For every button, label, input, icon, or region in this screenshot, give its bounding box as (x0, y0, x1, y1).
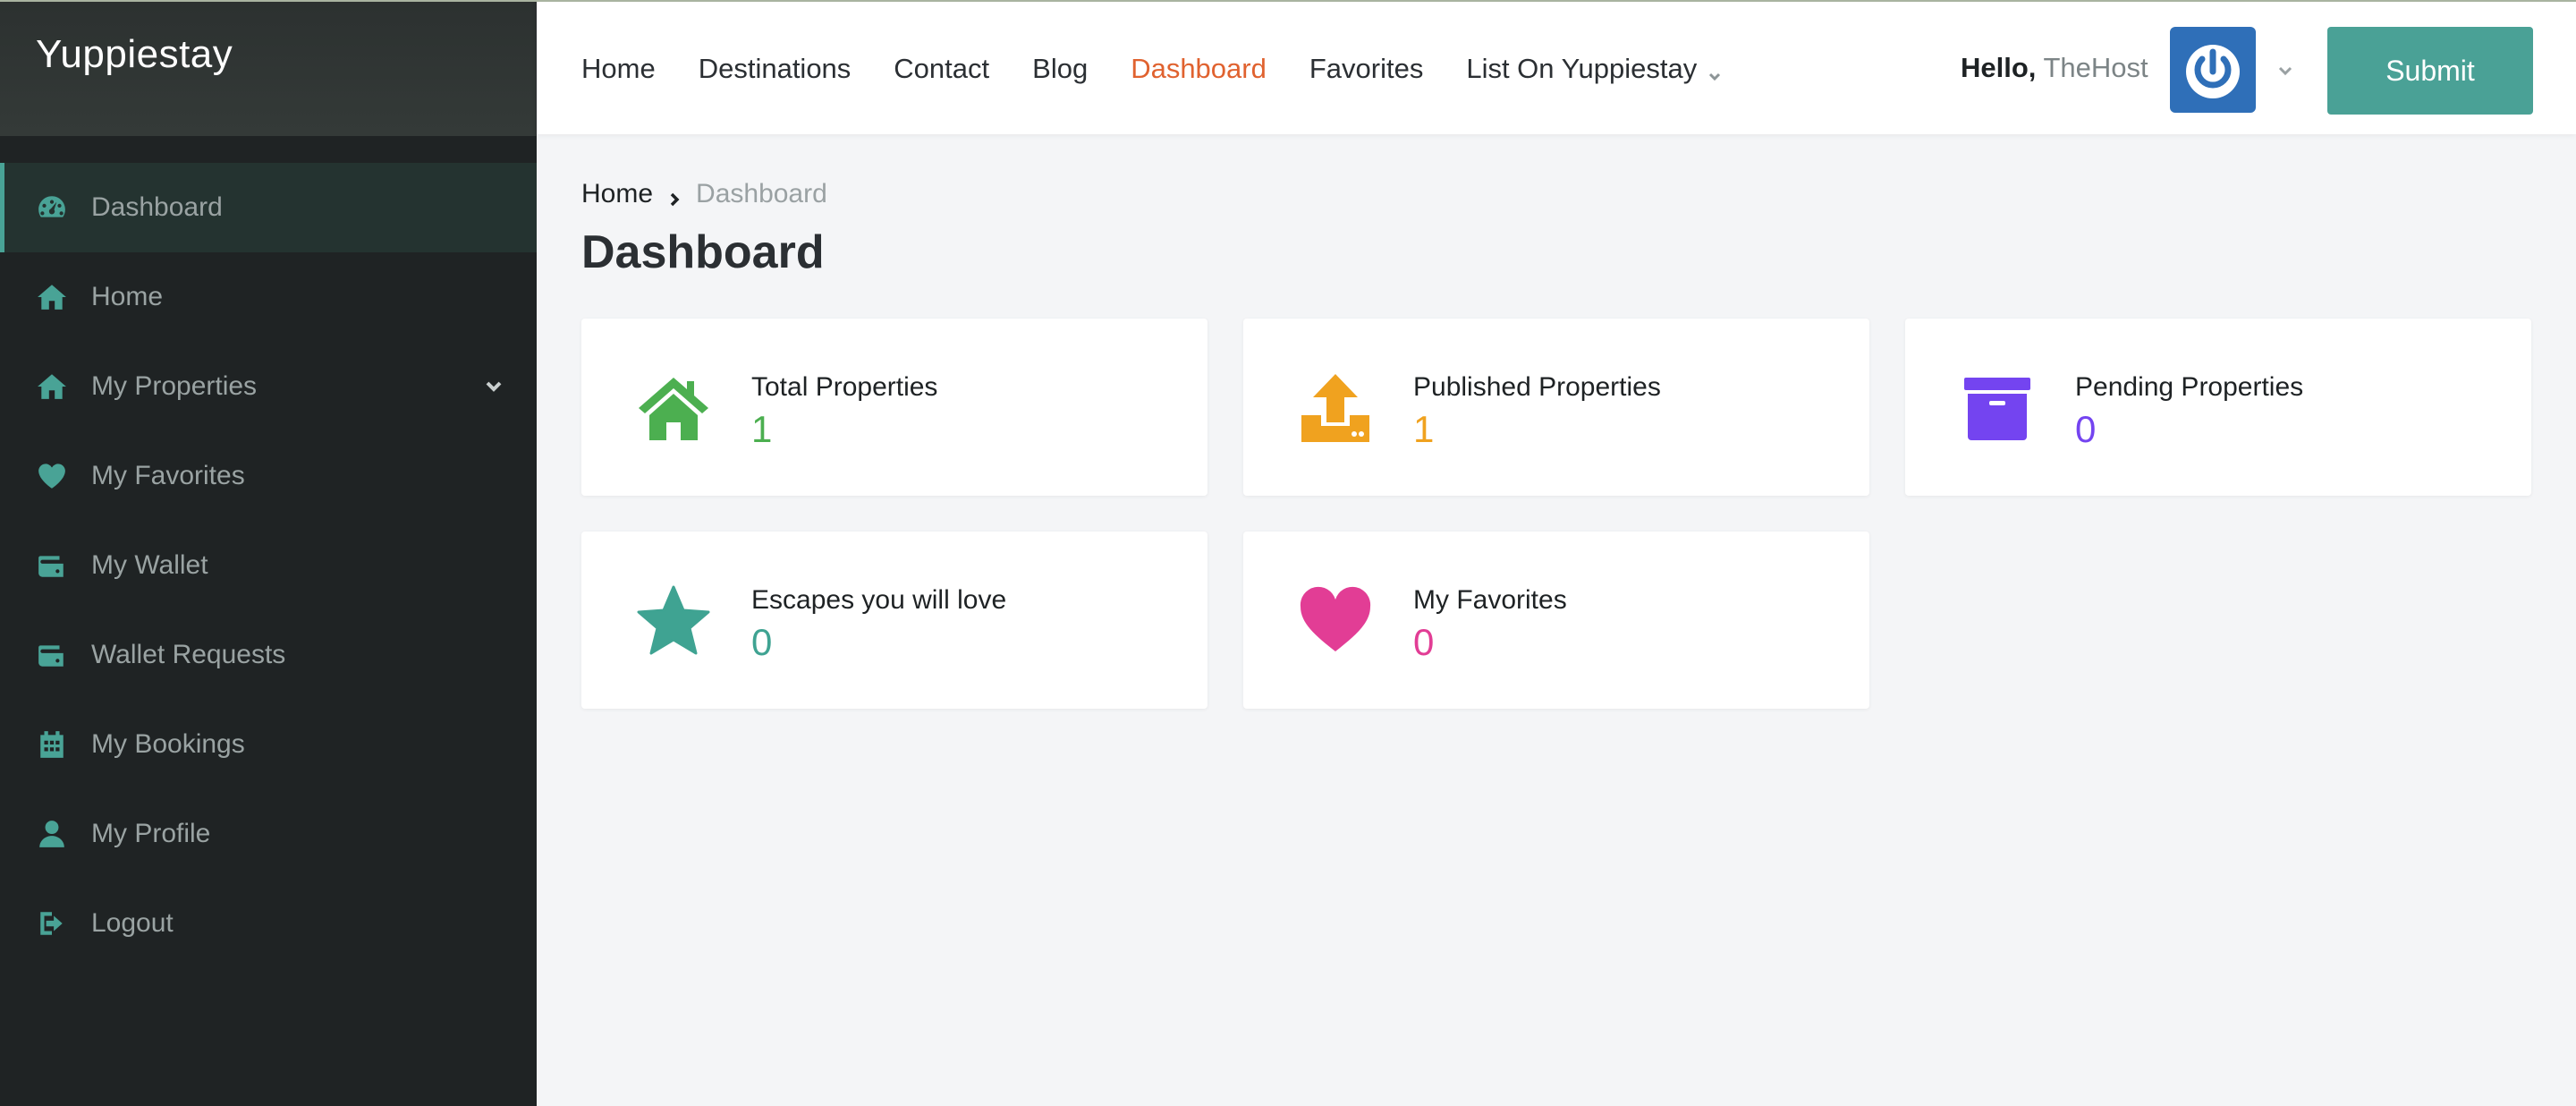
house-icon (633, 369, 714, 446)
top-bar: Home Destinations Contact Blog Dashboard… (537, 0, 2576, 134)
sidebar-item-label: Wallet Requests (91, 640, 286, 669)
home-icon (34, 279, 70, 315)
sidebar-item-label: Logout (91, 908, 174, 938)
page-title: Dashboard (581, 226, 825, 278)
sidebar-item-my-profile[interactable]: My Profile (0, 789, 537, 879)
sidebar-item-my-favorites[interactable]: My Favorites (0, 431, 537, 521)
top-nav: Home Destinations Contact Blog Dashboard… (581, 2, 1767, 136)
archive-icon (1957, 369, 2038, 446)
card-value: 0 (751, 621, 773, 663)
card-label: Escapes you will love (751, 585, 1007, 615)
submit-button[interactable]: Submit (2327, 27, 2533, 115)
stat-card-my-favorites[interactable]: My Favorites 0 (1243, 532, 1869, 709)
dashboard-icon (34, 190, 70, 225)
chevron-down-icon[interactable] (483, 376, 504, 397)
card-label: Pending Properties (2075, 372, 2304, 402)
nav-link-blog[interactable]: Blog (1032, 53, 1088, 85)
brand: Yuppiestay (0, 2, 537, 136)
breadcrumb: Home Dashboard (581, 179, 827, 209)
stat-card-total-properties[interactable]: Total Properties 1 (581, 319, 1208, 496)
sidebar-item-label: Home (91, 282, 164, 311)
upload-icon (1295, 369, 1376, 446)
heart-icon (34, 458, 70, 494)
nav-link-dashboard[interactable]: Dashboard (1131, 53, 1267, 85)
stat-card-pending-properties[interactable]: Pending Properties 0 (1905, 319, 2531, 496)
card-value: 0 (2075, 408, 2097, 450)
nav-link-favorites[interactable]: Favorites (1309, 53, 1423, 85)
chevron-down-icon (1706, 60, 1724, 81)
sidebar-item-label: My Properties (91, 371, 258, 401)
sidebar-item-my-bookings[interactable]: My Bookings (0, 700, 537, 789)
sidebar-item-label: My Wallet (91, 550, 208, 580)
greeting-username: TheHost (2043, 52, 2148, 83)
sidebar-item-label: My Bookings (91, 729, 245, 759)
sidebar-item-label: My Profile (91, 819, 211, 848)
wallet-icon (34, 637, 70, 673)
heart-icon (1295, 582, 1376, 659)
card-value: 0 (1413, 621, 1435, 663)
calendar-icon (34, 727, 70, 762)
user-menu-chevron-icon[interactable] (2275, 61, 2295, 81)
sidebar-item-logout[interactable]: Logout (0, 879, 537, 968)
avatar[interactable] (2170, 27, 2256, 113)
home-icon (34, 369, 70, 404)
sidebar-item-my-properties[interactable]: My Properties (0, 342, 537, 431)
logout-icon (34, 906, 70, 941)
stat-card-published-properties[interactable]: Published Properties 1 (1243, 319, 1869, 496)
card-value: 1 (751, 408, 773, 450)
chevron-right-icon (665, 185, 683, 207)
breadcrumb-home[interactable]: Home (581, 179, 653, 209)
nav-link-label: List On Yuppiestay (1466, 53, 1698, 84)
brand-logo-text[interactable]: Yuppiestay (36, 32, 233, 77)
sidebar-item-my-wallet[interactable]: My Wallet (0, 521, 537, 610)
nav-link-destinations[interactable]: Destinations (699, 53, 852, 85)
sidebar-item-label: My Favorites (91, 461, 245, 490)
sidebar-nav: Dashboard Home My Properties My Favorite… (0, 163, 537, 968)
nav-link-home[interactable]: Home (581, 53, 656, 85)
user-greeting: Hello, TheHost (1961, 52, 2148, 84)
sidebar-item-dashboard[interactable]: Dashboard (0, 163, 537, 252)
sidebar-item-wallet-requests[interactable]: Wallet Requests (0, 610, 537, 700)
sidebar-item-label: Dashboard (91, 192, 223, 222)
stat-card-escapes[interactable]: Escapes you will love 0 (581, 532, 1208, 709)
card-label: My Favorites (1413, 585, 1567, 615)
card-value: 1 (1413, 408, 1435, 450)
user-icon (34, 816, 70, 852)
nav-link-contact[interactable]: Contact (894, 53, 989, 85)
wallet-icon (34, 548, 70, 583)
star-icon (633, 582, 714, 659)
card-label: Total Properties (751, 372, 938, 402)
sidebar: Yuppiestay Dashboard Home My Properties (0, 0, 537, 1106)
breadcrumb-current: Dashboard (696, 179, 827, 208)
greeting-hello: Hello, (1961, 52, 2037, 83)
sidebar-item-home[interactable]: Home (0, 252, 537, 342)
nav-link-list-on-yuppiestay[interactable]: List On Yuppiestay (1466, 53, 1724, 85)
card-label: Published Properties (1413, 372, 1661, 402)
power-icon (2186, 45, 2240, 98)
